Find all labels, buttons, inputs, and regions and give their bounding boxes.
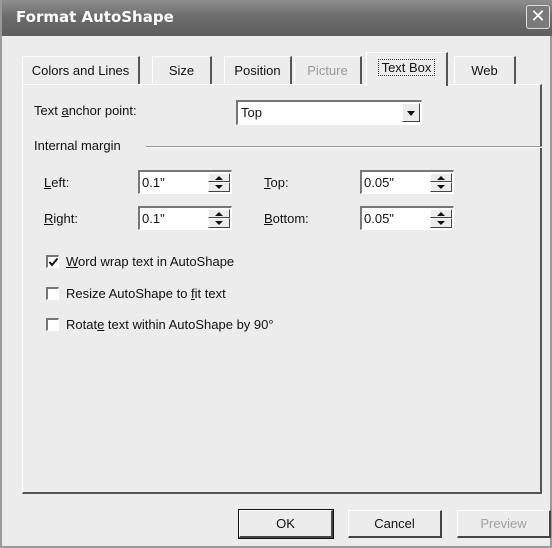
- close-icon: ✕: [530, 6, 546, 27]
- chevron-down-icon[interactable]: [402, 103, 420, 122]
- tab-position[interactable]: Position: [224, 56, 292, 84]
- word-wrap-label[interactable]: Word wrap text in AutoShape: [66, 254, 234, 269]
- tab-colors-and-lines[interactable]: Colors and Lines: [22, 56, 140, 84]
- top-margin-input[interactable]: 0.05": [360, 170, 454, 194]
- spin-up-icon[interactable]: [430, 173, 452, 182]
- tab-text-box[interactable]: Text Box: [366, 52, 448, 86]
- checkmark-icon: [48, 257, 59, 267]
- anchor-point-select[interactable]: Top: [236, 100, 422, 125]
- format-autoshape-dialog: Format AutoShape ✕ Colors and Lines Size…: [0, 0, 552, 548]
- tab-web[interactable]: Web: [454, 56, 516, 84]
- rotate-text-label[interactable]: Rotate text within AutoShape by 90°: [66, 317, 274, 332]
- tab-size[interactable]: Size: [152, 56, 212, 84]
- bottom-margin-input[interactable]: 0.05": [360, 206, 454, 230]
- left-margin-label: Left:: [44, 175, 70, 190]
- left-margin-input[interactable]: 0.1": [138, 170, 232, 194]
- word-wrap-checkbox[interactable]: [46, 255, 59, 268]
- right-margin-label: Right:: [44, 211, 78, 226]
- close-button[interactable]: ✕: [526, 5, 550, 29]
- resize-to-fit-label[interactable]: Resize AutoShape to fit text: [66, 286, 226, 301]
- spin-down-icon[interactable]: [430, 218, 452, 228]
- tab-picture: Picture: [294, 56, 362, 84]
- title-bar[interactable]: Format AutoShape ✕: [2, 0, 552, 36]
- top-margin-label: Top:: [264, 175, 289, 190]
- anchor-point-value: Top: [241, 105, 262, 120]
- spin-up-icon[interactable]: [208, 209, 230, 218]
- spin-up-icon[interactable]: [208, 173, 230, 182]
- spin-down-icon[interactable]: [208, 182, 230, 192]
- resize-to-fit-checkbox[interactable]: [46, 287, 59, 300]
- bottom-margin-label: Bottom:: [264, 211, 309, 226]
- group-divider: [146, 146, 542, 148]
- spin-down-icon[interactable]: [430, 182, 452, 192]
- window-title: Format AutoShape: [16, 8, 174, 26]
- spin-down-icon[interactable]: [208, 218, 230, 228]
- anchor-point-label: Text anchor point:: [34, 103, 137, 118]
- internal-margin-heading: Internal margin: [34, 138, 121, 153]
- ok-button[interactable]: OK: [238, 509, 334, 539]
- cancel-button[interactable]: Cancel: [348, 510, 442, 538]
- spin-up-icon[interactable]: [430, 209, 452, 218]
- preview-button: Preview: [457, 510, 551, 538]
- rotate-text-checkbox[interactable]: [46, 318, 59, 331]
- right-margin-input[interactable]: 0.1": [138, 206, 232, 230]
